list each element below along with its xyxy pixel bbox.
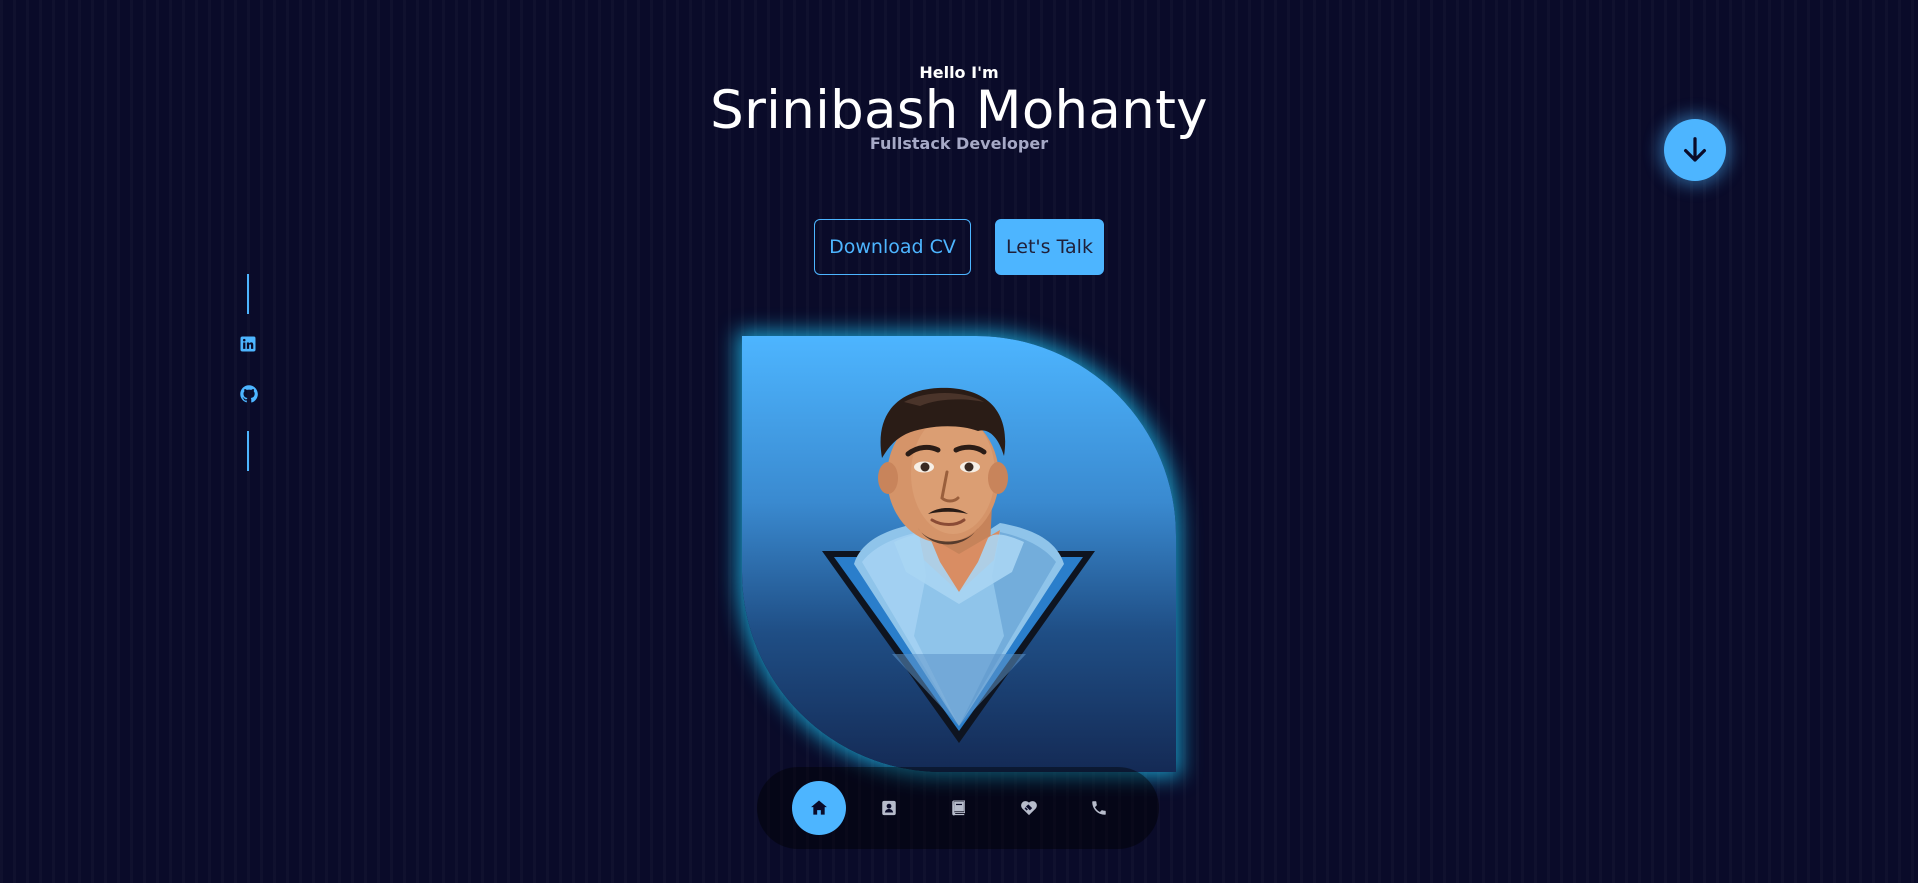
scroll-down-button[interactable] xyxy=(1664,119,1726,181)
developer-role: Fullstack Developer xyxy=(869,134,1049,153)
github-link[interactable] xyxy=(239,384,258,403)
arrow-down-icon xyxy=(1684,137,1706,162)
phone-icon xyxy=(1092,801,1106,815)
contact-card-icon xyxy=(882,800,896,816)
home-icon xyxy=(811,800,827,815)
nav-home[interactable] xyxy=(792,781,846,835)
social-divider-bottom xyxy=(247,431,249,471)
portrait-card xyxy=(742,336,1176,772)
nav-contact[interactable] xyxy=(1072,781,1126,835)
nav-about[interactable] xyxy=(862,781,916,835)
nav-experience[interactable] xyxy=(932,781,986,835)
nav-services[interactable] xyxy=(1002,781,1056,835)
handshake-icon xyxy=(1021,801,1037,816)
linkedin-link[interactable] xyxy=(239,335,257,353)
github-icon xyxy=(240,385,258,403)
linkedin-icon xyxy=(240,336,256,352)
social-divider-top xyxy=(247,274,249,314)
social-links xyxy=(236,274,260,472)
book-icon xyxy=(952,800,965,816)
hero-header: Hello I'm Srinibash Mohanty Fullstack De… xyxy=(0,60,1918,155)
bottom-nav xyxy=(757,767,1159,849)
page: Hello I'm Srinibash Mohanty Fullstack De… xyxy=(0,0,1918,883)
lets-talk-button[interactable]: Let's Talk xyxy=(995,219,1104,275)
developer-avatar xyxy=(822,387,1095,743)
download-cv-button[interactable]: Download CV xyxy=(814,219,971,275)
